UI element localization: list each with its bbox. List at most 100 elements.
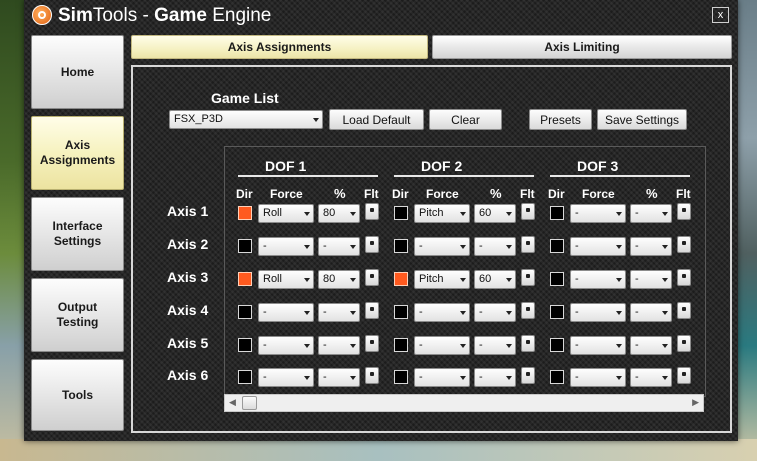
axis-2-dof-2-percent-select[interactable]: - xyxy=(474,237,516,256)
dof-3-divider xyxy=(550,175,690,177)
axis-3-dof-2-percent-select[interactable]: 60 xyxy=(474,270,516,289)
axis-5-dof-3-force-select[interactable]: - xyxy=(570,336,626,355)
chevron-down-icon xyxy=(304,311,310,315)
axis-6-dof-1-percent-select[interactable]: - xyxy=(318,368,360,387)
axis-4-dof-1-filter-button[interactable] xyxy=(365,302,379,319)
axis-1-dof-1-dir-checkbox[interactable] xyxy=(238,206,252,220)
sidebar-item-axis-assignments[interactable]: Axis Assignments xyxy=(31,116,124,190)
chevron-down-icon xyxy=(350,212,356,216)
axis-2-dof-1-percent-select[interactable]: - xyxy=(318,237,360,256)
sidebar-item-interface-settings[interactable]: Interface Settings xyxy=(31,197,124,271)
dof-1-title: DOF 1 xyxy=(265,158,307,174)
scrollbar-thumb[interactable] xyxy=(242,396,257,410)
axis-6-dof-3-dir-checkbox[interactable] xyxy=(550,370,564,384)
axis-5-dof-3-filter-button[interactable] xyxy=(677,335,691,352)
axis-3-dof-2-filter-button[interactable] xyxy=(521,269,535,286)
axis-5-dof-1-percent-select[interactable]: - xyxy=(318,336,360,355)
axis-2-dof-2-filter-button[interactable] xyxy=(521,236,535,253)
close-button[interactable]: x xyxy=(712,7,729,23)
axis-2-dof-1-filter-button[interactable] xyxy=(365,236,379,253)
axis-6-dof-1-force-select[interactable]: - xyxy=(258,368,314,387)
tab-axis-assignments[interactable]: Axis Assignments xyxy=(131,35,428,59)
axis-6-dof-3-force-select[interactable]: - xyxy=(570,368,626,387)
chevron-down-icon xyxy=(304,245,310,249)
axis-4-dof-3-force-select[interactable]: - xyxy=(570,303,626,322)
axis-6-dof-3-filter-button[interactable] xyxy=(677,367,691,384)
axis-6-dof-1-dir-checkbox[interactable] xyxy=(238,370,252,384)
axis-1-dof-2-percent-select[interactable]: 60 xyxy=(474,204,516,223)
axis-3-dof-3-force-select[interactable]: - xyxy=(570,270,626,289)
axis-6-dof-3-percent-select[interactable]: - xyxy=(630,368,672,387)
horizontal-scrollbar[interactable]: ◀ ▶ xyxy=(224,394,704,412)
axis-1-dof-3-percent-select[interactable]: - xyxy=(630,204,672,223)
axis-4-dof-2-force-select[interactable]: - xyxy=(414,303,470,322)
col-force-header: Force xyxy=(270,187,303,201)
axis-3-dof-1-dir-checkbox[interactable] xyxy=(238,272,252,286)
axis-4-dof-1-percent-select[interactable]: - xyxy=(318,303,360,322)
sidebar-item-tools[interactable]: Tools xyxy=(31,359,124,431)
presets-button[interactable]: Presets xyxy=(529,109,592,130)
axis-5-dof-3-percent-select[interactable]: - xyxy=(630,336,672,355)
chevron-down-icon xyxy=(506,311,512,315)
tab-axis-limiting[interactable]: Axis Limiting xyxy=(432,35,732,59)
axis-1-dof-1-filter-button[interactable] xyxy=(365,203,379,220)
axis-4-dof-3-filter-button[interactable] xyxy=(677,302,691,319)
axis-5-dof-2-dir-checkbox[interactable] xyxy=(394,338,408,352)
axis-4-dof-2-filter-button[interactable] xyxy=(521,302,535,319)
axis-3-dof-1-percent-select[interactable]: 80 xyxy=(318,270,360,289)
axis-2-dof-1-dir-checkbox[interactable] xyxy=(238,239,252,253)
load-default-button[interactable]: Load Default xyxy=(329,109,424,130)
save-settings-button[interactable]: Save Settings xyxy=(597,109,687,130)
axis-6-dof-1-filter-button[interactable] xyxy=(365,367,379,384)
axis-1-dof-3-force-select[interactable]: - xyxy=(570,204,626,223)
axis-2-dof-3-dir-checkbox[interactable] xyxy=(550,239,564,253)
axis-3-dof-3-dir-checkbox[interactable] xyxy=(550,272,564,286)
axis-2-dof-2-dir-checkbox[interactable] xyxy=(394,239,408,253)
axis-3-dof-2-force-select[interactable]: Pitch xyxy=(414,270,470,289)
axis-4-dof-3-percent-select[interactable]: - xyxy=(630,303,672,322)
axis-1-dof-2-force-select[interactable]: Pitch xyxy=(414,204,470,223)
percent-value: - xyxy=(635,339,639,351)
axis-1-dof-1-percent-select[interactable]: 80 xyxy=(318,204,360,223)
axis-3-dof-3-percent-select[interactable]: - xyxy=(630,270,672,289)
axis-2-dof-3-percent-select[interactable]: - xyxy=(630,237,672,256)
chevron-down-icon xyxy=(616,344,622,348)
axis-4-dof-2-percent-select[interactable]: - xyxy=(474,303,516,322)
axis-1-dof-3-filter-button[interactable] xyxy=(677,203,691,220)
axis-1-dof-1-force-select[interactable]: Roll xyxy=(258,204,314,223)
axis-2-dof-3-force-select[interactable]: - xyxy=(570,237,626,256)
axis-1-dof-2-dir-checkbox[interactable] xyxy=(394,206,408,220)
axis-6-dof-2-force-select[interactable]: - xyxy=(414,368,470,387)
scroll-right-icon[interactable]: ▶ xyxy=(692,397,699,408)
axis-5-dof-2-force-select[interactable]: - xyxy=(414,336,470,355)
axis-1-dof-2-filter-button[interactable] xyxy=(521,203,535,220)
clear-button[interactable]: Clear xyxy=(429,109,502,130)
scroll-left-icon[interactable]: ◀ xyxy=(229,397,236,408)
axis-1-dof-3-dir-checkbox[interactable] xyxy=(550,206,564,220)
axis-6-dof-2-percent-select[interactable]: - xyxy=(474,368,516,387)
sidebar-item-home[interactable]: Home xyxy=(31,35,124,109)
axis-2-dof-3-filter-button[interactable] xyxy=(677,236,691,253)
game-list-dropdown[interactable]: FSX_P3D xyxy=(169,110,323,129)
axis-4-dof-3-dir-checkbox[interactable] xyxy=(550,305,564,319)
axis-3-dof-3-filter-button[interactable] xyxy=(677,269,691,286)
title-bar[interactable]: SimTools - Game Engine x xyxy=(24,0,738,32)
axis-3-dof-2-dir-checkbox[interactable] xyxy=(394,272,408,286)
axis-5-dof-1-force-select[interactable]: - xyxy=(258,336,314,355)
axis-3-dof-1-filter-button[interactable] xyxy=(365,269,379,286)
axis-4-dof-1-dir-checkbox[interactable] xyxy=(238,305,252,319)
chevron-down-icon xyxy=(616,278,622,282)
axis-4-dof-1-force-select[interactable]: - xyxy=(258,303,314,322)
axis-6-dof-2-filter-button[interactable] xyxy=(521,367,535,384)
axis-5-dof-1-filter-button[interactable] xyxy=(365,335,379,352)
sidebar-item-output-testing[interactable]: Output Testing xyxy=(31,278,124,352)
axis-5-dof-3-dir-checkbox[interactable] xyxy=(550,338,564,352)
axis-4-dof-2-dir-checkbox[interactable] xyxy=(394,305,408,319)
axis-5-dof-2-filter-button[interactable] xyxy=(521,335,535,352)
axis-6-dof-2-dir-checkbox[interactable] xyxy=(394,370,408,384)
axis-2-dof-2-force-select[interactable]: - xyxy=(414,237,470,256)
axis-2-dof-1-force-select[interactable]: - xyxy=(258,237,314,256)
axis-5-dof-2-percent-select[interactable]: - xyxy=(474,336,516,355)
axis-3-dof-1-force-select[interactable]: Roll xyxy=(258,270,314,289)
axis-5-dof-1-dir-checkbox[interactable] xyxy=(238,338,252,352)
